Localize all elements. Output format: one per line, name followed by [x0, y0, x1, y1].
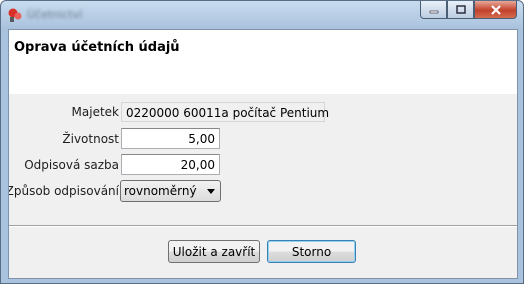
method-row: Způsob odpisování rovnoměrný	[9, 180, 517, 202]
method-selected-value: rovnoměrný	[124, 184, 197, 198]
title-bar[interactable]: Účetnictví	[1, 1, 523, 29]
window-title: Účetnictví	[27, 8, 83, 21]
dialog-window: Účetnictví Oprava účetních údajů Majetek…	[0, 0, 524, 284]
rate-row: Odpisová sazba	[9, 154, 517, 176]
method-label: Způsob odpisování	[8, 184, 119, 198]
dialog-body: Oprava účetních údajů Majetek 0220000 60…	[8, 29, 518, 279]
minimize-icon	[429, 10, 438, 13]
divider	[9, 225, 517, 227]
chevron-down-icon	[207, 189, 215, 194]
maximize-button[interactable]	[447, 1, 474, 19]
lifetime-row: Životnost	[9, 128, 517, 150]
dialog-title: Oprava účetních údajů	[14, 40, 180, 55]
rate-input[interactable]	[121, 154, 220, 175]
maximize-icon	[455, 5, 466, 14]
asset-label: Majetek	[71, 105, 119, 119]
close-icon	[490, 4, 501, 15]
rate-label: Odpisová sazba	[24, 158, 119, 172]
app-logo-icon	[7, 7, 23, 23]
dialog-header: Oprava účetních údajů	[9, 30, 517, 94]
close-button[interactable]	[474, 1, 517, 19]
asset-row: Majetek 0220000 60011a počítač Pentium	[9, 101, 517, 123]
cancel-button[interactable]: Storno	[267, 240, 356, 263]
lifetime-label: Životnost	[62, 132, 119, 146]
asset-value: 0220000 60011a počítač Pentium	[121, 102, 329, 122]
minimize-button[interactable]	[420, 1, 447, 19]
lifetime-input[interactable]	[121, 128, 220, 149]
method-select[interactable]: rovnoměrný	[120, 180, 221, 202]
save-and-close-button[interactable]: Uložit a zavřít	[168, 240, 260, 263]
